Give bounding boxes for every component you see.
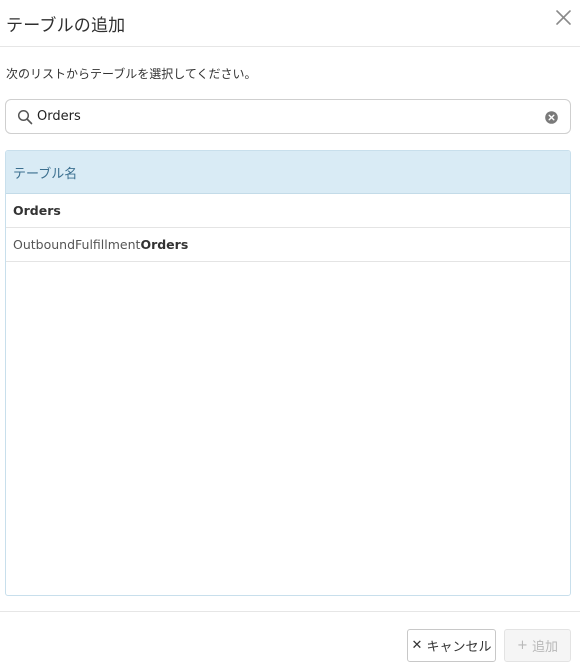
plus-icon: + — [517, 638, 528, 653]
close-button[interactable] — [553, 7, 575, 29]
dialog-title: テーブルの追加 — [6, 16, 126, 36]
row-match: Orders — [140, 237, 189, 252]
dialog-header: テーブルの追加 — [0, 0, 580, 47]
instruction-text: 次のリストからテーブルを選択してください。 — [6, 67, 257, 81]
cancel-button[interactable]: ✕ キャンセル — [407, 629, 496, 662]
search-box[interactable] — [5, 99, 571, 134]
row-match: Orders — [13, 203, 61, 218]
table-row[interactable]: Orders — [6, 194, 570, 228]
row-prefix: OutboundFulfillment — [13, 237, 141, 252]
close-icon — [556, 10, 571, 25]
table-row[interactable]: OutboundFulfillment Orders — [6, 228, 570, 262]
cancel-label: キャンセル — [426, 640, 492, 655]
add-table-dialog: テーブルの追加 次のリストからテーブルを選択してください。 テーブル名 Orde… — [0, 0, 580, 663]
add-button[interactable]: + 追加 — [504, 629, 571, 662]
clear-icon[interactable] — [545, 111, 558, 124]
dialog-footer: ✕ キャンセル + 追加 — [0, 611, 580, 663]
x-icon: ✕ — [411, 638, 423, 653]
add-label: 追加 — [531, 640, 558, 655]
table-name-header: テーブル名 — [6, 151, 570, 194]
search-icon — [17, 109, 33, 125]
table-list: テーブル名 Orders OutboundFulfillment Orders — [5, 150, 571, 596]
search-input[interactable] — [37, 104, 537, 129]
